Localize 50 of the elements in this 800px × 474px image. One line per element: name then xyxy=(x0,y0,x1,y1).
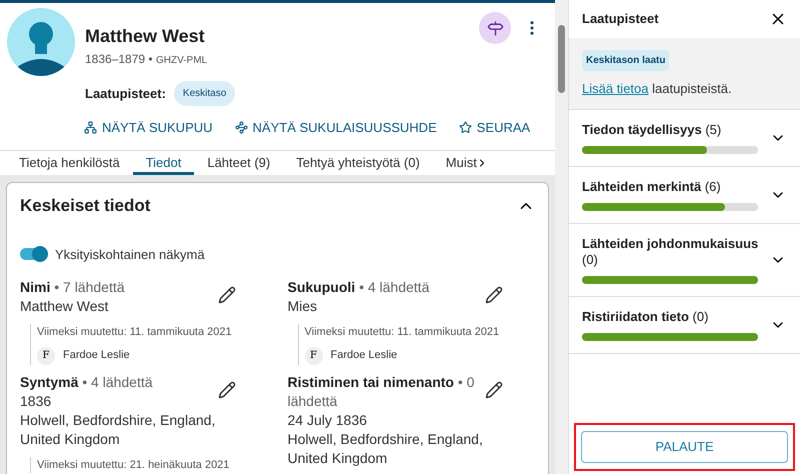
card-title: Keskeiset tiedot xyxy=(20,195,150,217)
person-dates: 1836–1879 • GHZV-PML xyxy=(85,51,208,68)
signpost-button[interactable] xyxy=(479,12,511,44)
scrollbar[interactable] xyxy=(555,0,568,474)
contributor-name: Fardoe Leslie xyxy=(330,348,398,364)
score-title: Lähteiden johdonmukaisuus (0) xyxy=(582,236,760,268)
signpost-icon xyxy=(486,20,504,36)
action-link[interactable]: NÄYTÄ SUKUPUU xyxy=(84,118,213,138)
star-icon xyxy=(458,121,472,134)
score-title: Ristiriidaton tieto (0) xyxy=(582,308,710,324)
toggle-switch[interactable] xyxy=(20,248,48,260)
fact-value: Matthew West xyxy=(20,297,110,316)
feedback-button[interactable]: PALAUTE xyxy=(581,431,788,463)
person-name: Matthew West xyxy=(85,25,206,48)
fact-value: Mies xyxy=(288,297,318,316)
last-modified: Viimeksi muutettu: 11. tammikuuta 2021 xyxy=(304,325,500,340)
quality-label: Laatupisteet: xyxy=(85,84,166,103)
tab[interactable]: Lähteet (9) xyxy=(194,150,284,175)
more-info-link[interactable]: Lisää tietoa xyxy=(582,81,648,96)
fact-value: Holwell, Bedfordshire, England, United Kingdom xyxy=(20,410,216,448)
info-text: Lisää tietoa laatupisteistä. xyxy=(582,80,732,98)
fact-heading: Sukupuoli • 4 lähdettä xyxy=(288,278,430,297)
edit-button[interactable] xyxy=(218,286,236,304)
toggle-label: Yksityiskohtainen näkymä xyxy=(55,246,205,264)
action-link[interactable]: SEURAA xyxy=(458,118,530,138)
quality-badge[interactable]: Keskitaso xyxy=(174,81,236,106)
action-link[interactable]: NÄYTÄ SUKULAISUUSSUHDE xyxy=(234,118,437,138)
tab[interactable]: Muist xyxy=(432,150,490,175)
fact-value: 1836 xyxy=(20,392,52,410)
fact-heading: Ristiminen tai nimenanto • 0 lähdettä xyxy=(288,372,476,410)
contributor-avatar: F xyxy=(304,346,322,364)
fact-value: Holwell, Bedfordshire, England, United Kingdom xyxy=(288,430,484,468)
score-title: Lähteiden merkintä (6) xyxy=(582,178,722,194)
contributor-name: Fardoe Leslie xyxy=(63,348,130,364)
fact-heading: Syntymä • 4 lähdettä xyxy=(20,372,154,392)
relationship-icon xyxy=(234,121,248,134)
fact-heading: Nimi • 7 lähdettä xyxy=(20,278,125,297)
last-modified: Viimeksi muutettu: 11. tammikuuta 2021 xyxy=(37,325,233,340)
contributor-avatar: F xyxy=(37,346,55,364)
tab[interactable]: Tehtyä yhteistyötä (0) xyxy=(283,150,433,175)
edit-button[interactable] xyxy=(485,286,503,304)
fact-value: 24 July 1836 xyxy=(288,410,368,430)
tree-icon xyxy=(84,121,97,134)
edit-button[interactable] xyxy=(485,380,503,398)
score-title: Tiedon täydellisyys (5) xyxy=(582,122,722,138)
quality-badge: Keskitason laatu xyxy=(582,50,670,71)
edit-button[interactable] xyxy=(218,380,236,398)
tab[interactable]: Tietoja henkilöstä xyxy=(6,150,133,175)
last-modified: Viimeksi muutettu: 21. heinäkuuta 2021 xyxy=(37,458,230,472)
panel-title: Laatupisteet xyxy=(582,10,659,28)
